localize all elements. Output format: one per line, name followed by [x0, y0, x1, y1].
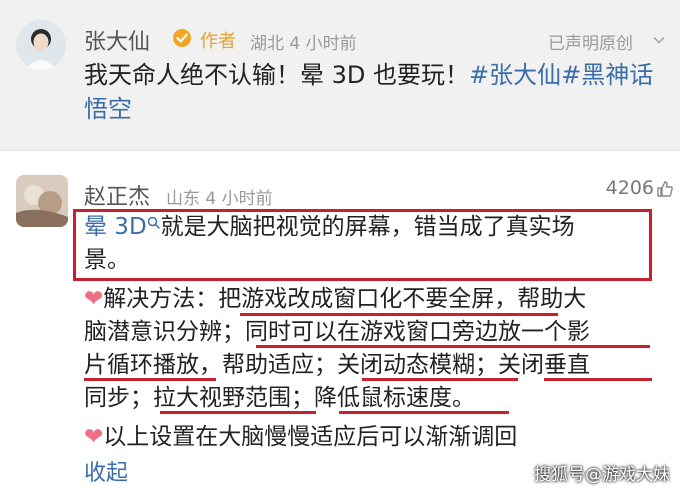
post-text-main: 我天命人绝不认输！晕 3D 也要玩！ — [84, 61, 470, 89]
watermark: 搜狐号@游戏大妹 — [534, 465, 670, 485]
comment-line-6-sep1: ； — [130, 385, 153, 411]
avatar-image — [16, 175, 68, 227]
link-3d-dizziness[interactable]: 晕 3D — [84, 214, 147, 240]
comment-line-1: 晕 3D 就是大脑把视觉的屏幕，错当成了真实场 — [84, 211, 664, 244]
tip-motion-blur: 关闭动态模糊 — [337, 352, 475, 378]
comment-meta: 山东 4 小时前 — [166, 189, 273, 209]
avatar-image — [16, 20, 66, 70]
heart-icon: ❤ — [84, 286, 104, 312]
tip-vsync-cont: 同步 — [84, 385, 130, 411]
post-avatar[interactable] — [16, 20, 66, 70]
tip-windowed: 把游戏改成窗口化不要全屏 — [218, 286, 495, 312]
comment-line-2: 景。 — [84, 247, 130, 273]
comment-line-1-text: 就是大脑把视觉的屏幕，错当成了真实场 — [160, 214, 575, 240]
tip-mouse-speed: 降低鼠标速度。 — [314, 385, 475, 411]
solution-label: 解决方法： — [103, 286, 219, 312]
annotation-underline — [84, 378, 216, 381]
comment-line-7: ❤以上设置在大脑慢慢适应后可以渐渐调回 — [84, 421, 664, 454]
like-count: 4206 — [605, 177, 654, 199]
comment-line-3: ❤解决方法：把游戏改成窗口化不要全屏，帮助大 — [84, 283, 664, 316]
annotation-underline — [362, 378, 518, 381]
search-icon[interactable] — [147, 216, 161, 230]
comment-line-4-head: 脑潜意识分辨； — [84, 319, 245, 345]
comment-line-7-text: 以上设置在大脑慢慢适应后可以渐渐调回 — [103, 424, 518, 450]
hashtag-zhangdaxian[interactable]: #张大仙 — [469, 61, 561, 89]
heart-icon: ❤ — [84, 424, 104, 450]
comment-line-5-mid: ，帮助适应； — [199, 352, 337, 378]
tip-side-video: 同时可以在游戏窗口旁边放一个影 — [245, 319, 590, 345]
annotation-underline — [544, 378, 652, 381]
hashtag-black-myth-part2: 悟空 — [84, 95, 132, 123]
annotation-underline — [339, 411, 509, 414]
tip-fov: 拉大视野范围 — [153, 385, 291, 411]
comment-line-3-tail: ，帮助大 — [494, 286, 587, 312]
comment-line-5-sep: ； — [475, 352, 498, 378]
original-post: 张大仙 作者 湖北 4 小时前 已声明原创 我天命人绝不认输！晕 3D 也要玩！… — [0, 0, 680, 150]
annotation-underline — [240, 313, 558, 316]
comment-avatar[interactable] — [16, 175, 68, 227]
hashtag-black-myth-part1: #黑神话 — [561, 61, 654, 89]
chevron-down-icon[interactable] — [652, 33, 666, 47]
tip-side-video-cont: 片循环播放 — [84, 352, 199, 378]
post-text: 我天命人绝不认输！晕 3D 也要玩！#张大仙#黑神话悟空 — [84, 58, 674, 126]
collapse-button[interactable]: 收起 — [84, 455, 128, 487]
post-user-name[interactable]: 张大仙 — [84, 24, 150, 56]
author-badge: 作者 — [200, 31, 236, 52]
thumbs-up-icon[interactable] — [656, 180, 674, 198]
original-declared-label[interactable]: 已声明原创 — [548, 29, 633, 54]
annotation-underline — [256, 345, 650, 348]
comment-user-name[interactable]: 赵正杰 — [84, 179, 150, 211]
comment-line-6-sep2: ； — [291, 385, 314, 411]
annotation-underline — [160, 411, 316, 414]
verified-icon — [173, 29, 191, 47]
tip-vsync: 关闭垂直 — [498, 352, 590, 378]
post-meta: 湖北 4 小时前 — [250, 34, 357, 54]
